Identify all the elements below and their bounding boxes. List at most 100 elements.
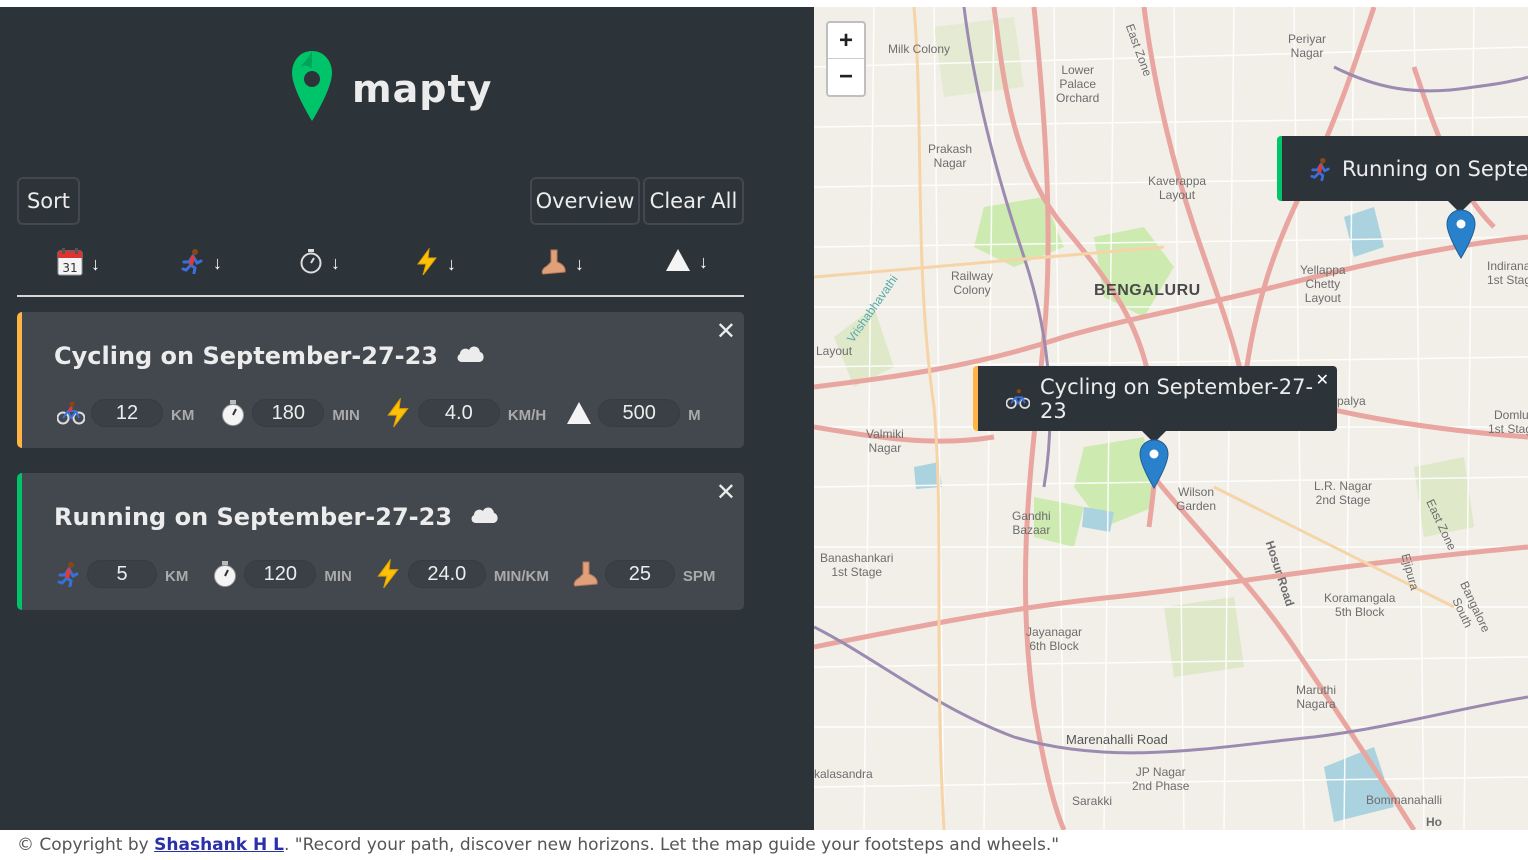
workout-card-running[interactable]: ✕ Running on September-27-23 5 KM 120 MI… [17, 473, 744, 610]
map-label: Layout [816, 344, 853, 358]
workout-details: 12 KM 180 MIN 4.0 KM/H 500 M [57, 398, 701, 428]
footer-prefix: © Copyright by [17, 835, 155, 855]
map-label: Wilson Garden [1176, 485, 1217, 513]
sort-button[interactable]: Sort [17, 177, 80, 225]
sidebar: mapty Sort Overview Clear All 31 ↓ ↓ ↓ ↓… [0, 7, 814, 830]
runner-icon [1310, 157, 1332, 181]
workout-title: Cycling on September-27-23 [54, 342, 486, 370]
map-label: Yellappa Chetty Layout [1300, 263, 1346, 305]
top-strip [0, 0, 1528, 7]
stopwatch-icon [299, 248, 323, 279]
workout-title-text: Cycling on September-27-23 [54, 342, 438, 370]
map-label: Periyar Nagar [1288, 32, 1327, 60]
popup-text: Cycling on September-27-23 [1040, 374, 1314, 423]
sort-arrow: ↓ [91, 254, 100, 274]
sort-by-cadence[interactable]: ↓ [539, 248, 584, 281]
map-marker-running[interactable] [1446, 209, 1476, 264]
elevation-value: 500 [598, 399, 681, 427]
zoom-in-button[interactable]: + [828, 23, 864, 59]
map-label: JP Nagar 2nd Phase [1132, 765, 1190, 793]
speed-value: 4.0 [417, 399, 500, 427]
sort-options-bar: 31 ↓ ↓ ↓ ↓ ↓ ↓ [17, 237, 744, 297]
bicycle-icon [57, 401, 85, 425]
duration-value: 120 [244, 560, 317, 588]
workout-title: Running on September-27-23 [54, 503, 500, 531]
distance-unit: KM [165, 567, 189, 585]
svg-text:31: 31 [62, 261, 77, 275]
map-label: kalasandra [814, 767, 873, 781]
map-label-city: BENGALURU [1094, 282, 1201, 299]
runner-icon [57, 561, 81, 587]
sort-arrow: ↓ [331, 253, 340, 273]
logo-text: mapty [352, 66, 493, 111]
clear-all-button[interactable]: Clear All [643, 177, 744, 225]
sort-by-distance[interactable]: ↓ [181, 248, 222, 279]
sort-by-speed[interactable]: ↓ [415, 247, 456, 281]
sort-divider [17, 295, 744, 297]
map-label: Ho [1426, 815, 1442, 829]
map-label: L.R. Nagar 2nd Stage [1314, 479, 1373, 507]
runner-icon [181, 248, 205, 279]
map[interactable]: Milk Colony Lower Palace Orchard East Zo… [814, 7, 1528, 830]
sort-arrow: ↓ [699, 252, 708, 272]
map-label: Koramangala 5th Block [1324, 591, 1396, 619]
map-label: palya [1337, 394, 1366, 408]
map-label: Banashankari 1st Stage [820, 551, 894, 579]
map-label: Domlur 1st Stage [1488, 408, 1528, 436]
close-icon[interactable]: ✕ [1316, 370, 1329, 389]
sort-arrow: ↓ [575, 254, 584, 274]
map-label: Kaverappa Layout [1148, 174, 1207, 202]
map-label: Maruthi Nagara [1296, 683, 1337, 711]
cadence-value: 25 [604, 560, 675, 588]
map-label: Valmiki Nagar [866, 427, 904, 455]
workout-title-text: Running on September-27-23 [54, 503, 453, 531]
duration-value: 180 [252, 399, 325, 427]
zoom-control: + − [826, 21, 866, 97]
workout-card-cycling[interactable]: ✕ Cycling on September-27-23 12 KM 180 M… [17, 312, 744, 448]
distance-unit: KM [171, 406, 195, 424]
author-link[interactable]: Shashank H L [154, 835, 284, 855]
duration-unit: MIN [332, 406, 360, 424]
map-marker-cycling[interactable] [1139, 439, 1169, 494]
zoom-out-button[interactable]: − [828, 59, 864, 95]
map-label: Bommanahalli [1366, 793, 1443, 807]
lightning-icon [415, 247, 439, 281]
running-popup[interactable]: Running on Septemb [1277, 136, 1528, 201]
cadence-unit: SPM [682, 567, 716, 585]
sort-by-elevation[interactable]: ↓ [665, 248, 708, 277]
pace-unit: MIN/KM [493, 567, 549, 585]
logo: mapty [290, 49, 492, 128]
map-label: Jayanagar 6th Block [1026, 625, 1083, 653]
overview-button[interactable]: Overview [530, 177, 640, 225]
bicycle-icon [1006, 388, 1030, 410]
sort-by-duration[interactable]: ↓ [299, 248, 340, 279]
sort-by-date[interactable]: 31 ↓ [57, 248, 100, 281]
foot-icon [539, 248, 567, 281]
stopwatch-icon [212, 560, 238, 588]
map-label: Gandhi Bazaar [1012, 509, 1051, 537]
map-label: Lower Palace Orchard [1056, 63, 1100, 105]
lightning-icon [374, 559, 402, 589]
lightning-icon [384, 398, 412, 428]
distance-value: 12 [91, 399, 163, 427]
cloud-icon [454, 342, 486, 370]
footer-quote: . "Record your path, discover new horizo… [283, 835, 1060, 855]
map-label: Marenahalli Road [1066, 732, 1168, 747]
mountain-icon [566, 401, 592, 425]
stopwatch-icon [220, 399, 246, 427]
duration-unit: MIN [324, 567, 352, 585]
cloud-icon [468, 503, 500, 531]
sort-arrow: ↓ [447, 254, 456, 274]
elevation-unit: M [688, 406, 701, 424]
map-label: Railway Colony [951, 269, 994, 297]
calendar-icon: 31 [57, 248, 83, 281]
foot-icon [571, 560, 599, 588]
close-icon[interactable]: ✕ [716, 320, 736, 344]
footer: © Copyright by Shashank H L . "Record yo… [0, 830, 1528, 860]
close-icon[interactable]: ✕ [716, 481, 736, 505]
mountain-icon [665, 248, 691, 277]
cycling-popup[interactable]: ✕ Cycling on September-27-23 [973, 366, 1337, 431]
popup-text: Running on Septemb [1342, 156, 1528, 181]
speed-unit: KM/H [507, 406, 547, 424]
sort-arrow: ↓ [213, 253, 222, 273]
